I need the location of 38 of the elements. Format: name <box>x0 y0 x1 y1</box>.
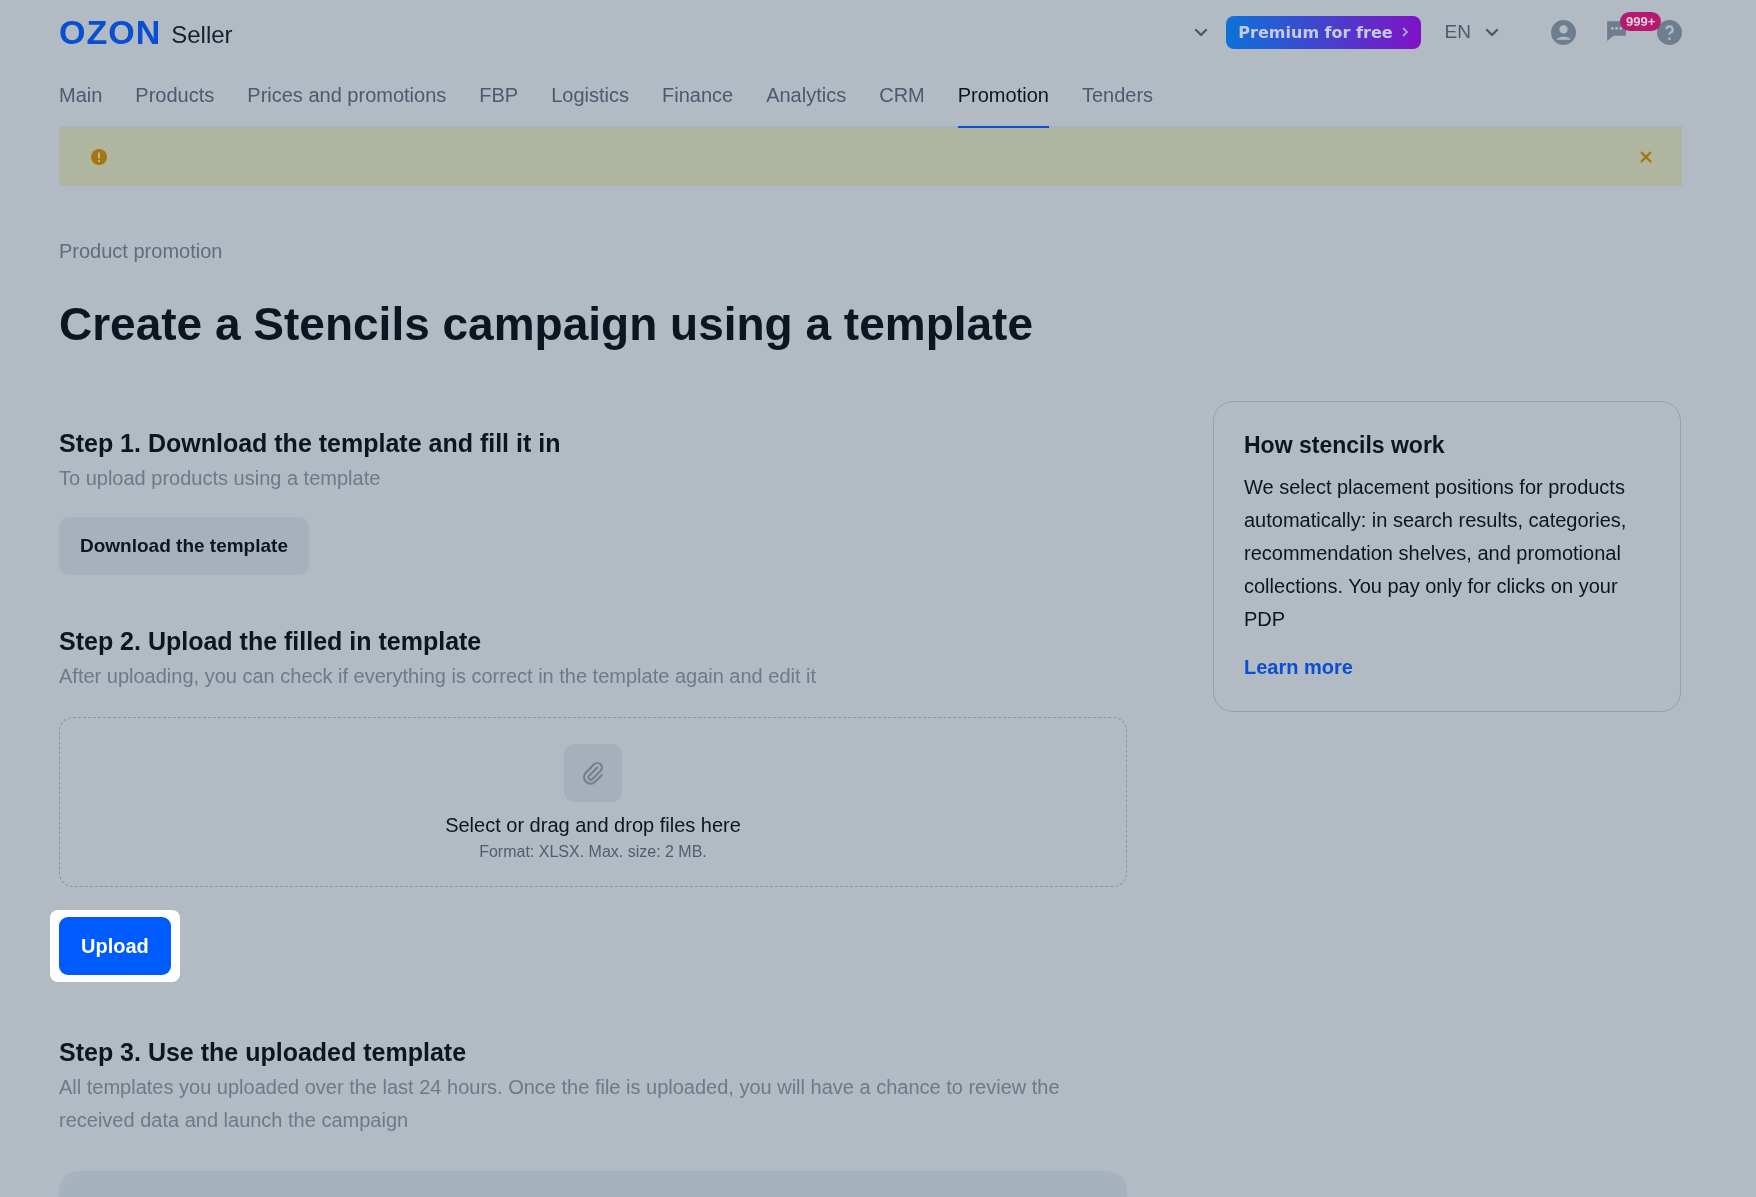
step-heading: Step 1. Download the template and fill it in <box>59 429 562 458</box>
nav-tab[interactable]: Products <box>135 64 215 128</box>
warning-icon <box>91 149 107 165</box>
dropzone-text: Select or drag and drop files here <box>445 813 741 837</box>
learn-more-link[interactable]: Learn more <box>1244 656 1353 679</box>
chevron-down-icon[interactable] <box>1485 27 1499 37</box>
dropzone-hint: Format: XLSX. Max. size: 2 MB. <box>479 842 707 861</box>
close-icon[interactable] <box>1640 151 1652 163</box>
nav-tab[interactable]: Logistics <box>551 64 629 128</box>
paperclip-icon <box>564 743 622 802</box>
breadcrumb[interactable]: Product promotion <box>59 240 1682 263</box>
card-text: We select placement positions for products automatically: in search results, categories, recommendation shelves, and promotional collections. You pay only for clicks on your PDP <box>1244 475 1628 632</box>
nav-tab[interactable]: Main <box>59 64 103 128</box>
nav-tab[interactable]: Analytics <box>766 64 847 128</box>
nav-tab[interactable]: CRM <box>879 64 925 128</box>
user-icon[interactable] <box>1551 19 1576 45</box>
page-title: Create a Stencils campaign using a template <box>59 297 1034 351</box>
notification-badge: 999+ <box>1620 11 1662 31</box>
language-selector[interactable]: EN <box>1438 20 1505 44</box>
step-subtitle: All templates you uploaded over the last 24 hours. Once the file is uploaded, you will have a chance to review the received data and launch the campaign <box>59 1075 1061 1133</box>
help-icon[interactable] <box>1657 19 1682 45</box>
upload-button[interactable]: Upload <box>59 917 171 975</box>
step-heading: Step 2. Upload the filled in template <box>59 627 483 656</box>
chevron-down-icon[interactable] <box>1194 27 1209 37</box>
chevron-right-icon <box>1400 26 1409 38</box>
step-heading: Step 3. Use the uploaded template <box>59 1038 468 1067</box>
step-subtitle: After uploading, you can check if everything is correct in the template again and edit it <box>59 664 818 689</box>
logo-text: Seller <box>171 21 233 49</box>
card-title: How stencils work <box>1244 432 1446 459</box>
nav-tab[interactable]: FBP <box>479 64 519 128</box>
file-dropzone[interactable]: Select or drag and drop files here Format: XLSX. Max. size: 2 MB. <box>59 717 1127 887</box>
nav-tab[interactable]: Finance <box>662 64 734 128</box>
nav-tab[interactable]: Tenders <box>1081 64 1154 128</box>
logo[interactable]: OZON <box>59 12 162 52</box>
download-button[interactable]: Download the template <box>59 517 309 575</box>
nav-tab[interactable]: Prices and promotions <box>247 64 447 128</box>
premium-button[interactable]: Premium for free <box>1226 15 1421 49</box>
step-subtitle: To upload products using a template <box>59 466 382 491</box>
